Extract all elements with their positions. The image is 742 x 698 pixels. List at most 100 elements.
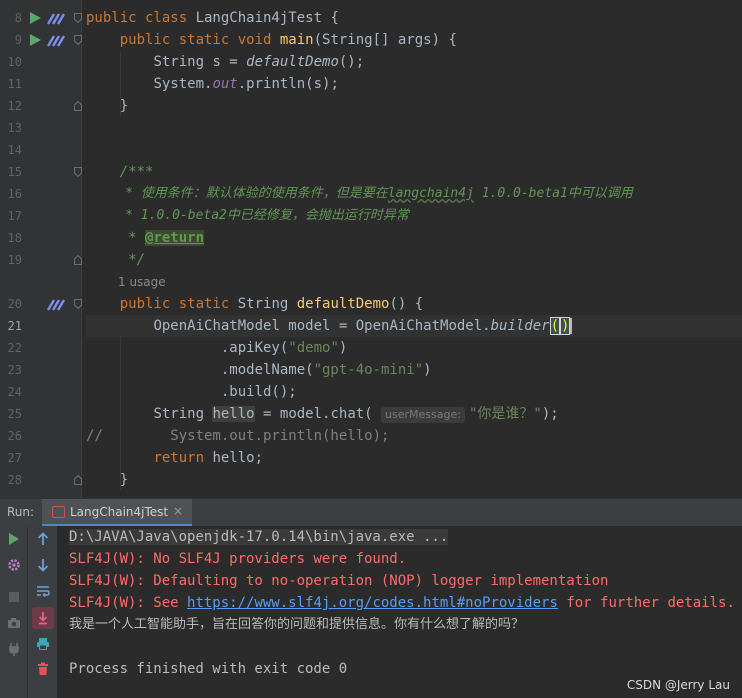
console-command-text: D:\JAVA\Java\openjdk-17.0.14\bin\java.ex… (69, 529, 449, 545)
scroll-to-end-button[interactable] (32, 607, 54, 629)
run-panel-header: Run: LangChain4jTest × (0, 498, 742, 527)
line-number: 28 (7, 473, 22, 487)
run-tab-label: LangChain4jTest (70, 505, 169, 519)
scroll-down-button[interactable] (33, 555, 53, 575)
line-number: 25 (7, 407, 22, 421)
run-tab[interactable]: LangChain4jTest × (42, 499, 192, 527)
settings-button[interactable] (4, 555, 24, 575)
class-name: LangChain4jTest { (195, 10, 339, 26)
ai-assistant-icon[interactable] (47, 11, 65, 25)
console-output[interactable]: D:\JAVA\Java\openjdk-17.0.14\bin\java.ex… (58, 526, 742, 698)
line-number: 10 (7, 55, 22, 69)
ai-assistant-icon[interactable] (47, 33, 65, 47)
static-field: out (212, 76, 238, 92)
fold-icon[interactable] (74, 167, 82, 177)
code-text: = model.chat( (254, 406, 382, 422)
fold-icon[interactable] (74, 35, 82, 45)
code-line-17: * 1.0.0-beta2中已经修复，会抛出运行时异常 (86, 205, 742, 227)
wrap-icon (37, 586, 50, 597)
line-number: 11 (7, 77, 22, 91)
arrow-down-icon (37, 559, 49, 572)
run-config-icon (52, 506, 65, 518)
editor-gutter: 8 9 10 11 12 13 14 15 16 17 18 19 20 21 … (0, 0, 82, 498)
code-text: ) (423, 362, 432, 378)
code-text: } (119, 472, 129, 488)
code-line-21-current: OpenAiChatModel model = OpenAiChatModel.… (86, 315, 742, 337)
keyword: return (153, 450, 213, 466)
parameter-hint: userMessage: (381, 407, 465, 423)
code-line-18: * @return (86, 227, 742, 249)
screenshot-button[interactable] (4, 613, 24, 633)
doc-comment: * 1.0.0-beta2中已经修复，会抛出运行时异常 (125, 208, 409, 223)
text-caret (570, 318, 573, 334)
line-number-active: 21 (7, 319, 22, 333)
code-text: () { (389, 296, 424, 312)
code-text: String (153, 406, 213, 422)
console-command-line: D:\JAVA\Java\openjdk-17.0.14\bin\java.ex… (69, 526, 449, 548)
clear-console-button[interactable] (33, 659, 53, 679)
fold-icon[interactable] (74, 475, 82, 485)
fold-icon[interactable] (74, 101, 82, 111)
doc-comment: 1.0.0-beta1中可以调用 (473, 186, 633, 201)
arrow-up-icon (37, 532, 49, 545)
scroll-up-button[interactable] (33, 529, 53, 549)
run-class-icon[interactable] (28, 11, 42, 25)
method-name: defaultDemo (296, 296, 390, 312)
stop-icon (9, 592, 19, 602)
fold-icon[interactable] (74, 299, 82, 309)
code-line-19: */ (86, 249, 742, 271)
fold-icon[interactable] (74, 255, 82, 265)
console-error-text: for further details. (557, 595, 735, 611)
console-error-line: SLF4J(W): See https://www.slf4j.org/code… (69, 592, 735, 614)
soft-wrap-button[interactable] (33, 581, 53, 601)
code-line-16: * 使用条件：默认体验的使用条件，但是要在langchain4j 1.0.0-b… (86, 183, 742, 205)
attach-debugger-button[interactable] (4, 639, 24, 659)
play-icon (9, 533, 19, 545)
fold-icon[interactable] (74, 13, 82, 23)
code-line-28: } (86, 469, 742, 491)
line-number: 27 (7, 451, 22, 465)
keyword: public static (119, 296, 238, 312)
run-main-icon[interactable] (28, 33, 42, 47)
code-line-25: String hello = model.chat( userMessage: "… (86, 403, 742, 425)
console-link[interactable]: https://www.slf4j.org/codes.html#noProvi… (187, 595, 558, 611)
code-editor[interactable]: 8 9 10 11 12 13 14 15 16 17 18 19 20 21 … (0, 0, 742, 498)
print-button[interactable] (33, 633, 53, 653)
close-icon[interactable]: × (173, 504, 183, 518)
code-text: ) (338, 340, 348, 356)
printer-icon (37, 637, 49, 650)
code-text: .modelName( (220, 362, 314, 378)
code-text: } (119, 98, 129, 114)
run-toolbar-secondary (28, 526, 58, 698)
line-number: 9 (14, 33, 22, 47)
gear-icon (8, 559, 20, 571)
code-area[interactable]: public class LangChain4jTest { public st… (86, 0, 742, 498)
code-text: (); (338, 54, 365, 70)
rerun-button[interactable] (4, 529, 24, 549)
code-line-10: String s = defaultDemo(); (86, 51, 742, 73)
line-number: 12 (7, 99, 22, 113)
code-line-9: public static void main(String[] args) { (86, 29, 742, 51)
console-output-line: 我是一个人工智能助手，旨在回答你的问题和提供信息。你有什么想了解的吗？ (69, 617, 525, 632)
scroll-end-icon (38, 612, 48, 625)
usage-hint[interactable]: 1 usage (118, 271, 166, 293)
watermark: CSDN @Jerry Lau (626, 678, 730, 692)
code-text: String s = (153, 54, 247, 70)
stop-button[interactable] (4, 587, 24, 607)
code-text: .apiKey( (220, 340, 289, 356)
method-call: builder (490, 318, 550, 334)
code-line-26: // System.out.println(hello); (86, 425, 742, 447)
line-number: 13 (7, 121, 22, 135)
string-literal: "你是谁？" (468, 406, 542, 422)
line-number: 19 (7, 253, 22, 267)
ai-assistant-icon[interactable] (47, 297, 65, 311)
